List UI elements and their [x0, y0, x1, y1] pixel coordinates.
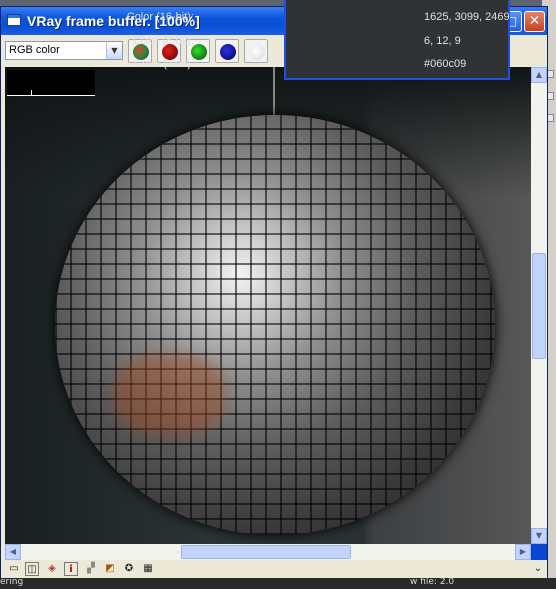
clone-icon[interactable]: ◫: [25, 562, 39, 576]
vertical-scrollbar[interactable]: ▲ ▼: [531, 67, 547, 544]
blue-dot-icon: [220, 44, 236, 60]
pixel-info-tooltip: Color (16-bit): 1625, 3099, 2469 Color (…: [127, 0, 510, 80]
resize-grip[interactable]: [531, 544, 547, 560]
tooltip-value: 6, 12, 9: [424, 35, 461, 47]
grid-icon[interactable]: ▦: [141, 562, 155, 576]
target-icon[interactable]: ✪: [122, 562, 136, 576]
bottom-toolbar: ▭ ◫ ◈ i ▞ ◩ ✪ ▦ ⌄: [1, 560, 547, 578]
white-dot-icon: [249, 44, 265, 60]
channel-select-value: RGB color: [9, 44, 60, 56]
horizontal-scrollbar[interactable]: ◀ ▶: [5, 544, 531, 560]
vray-frame-buffer-window: VRay frame buffer. [100%] □ ✕ RGB color …: [0, 6, 548, 578]
chevron-down-icon[interactable]: ⌄: [531, 562, 545, 576]
scroll-right-button[interactable]: ▶: [515, 544, 531, 560]
tooltip-value: 1625, 3099, 2469: [424, 11, 510, 23]
close-button[interactable]: ✕: [524, 11, 545, 32]
scroll-left-button[interactable]: ◀: [5, 544, 21, 560]
levels-icon[interactable]: ▞: [84, 562, 98, 576]
save-icon[interactable]: ▭: [7, 562, 21, 576]
chevron-down-icon[interactable]: ▼: [106, 42, 122, 59]
desktop-strip-bottom: ering w file: 2.0: [0, 577, 556, 589]
info-icon[interactable]: i: [64, 562, 78, 576]
region-marker: [7, 70, 95, 96]
tooltip-label: Color (8-bit):: [132, 35, 194, 47]
alpha-channel-button[interactable]: [244, 39, 268, 63]
horizontal-scroll-thumb[interactable]: [181, 545, 351, 559]
background-text: w file: 2.0: [410, 577, 455, 587]
window-icon: [7, 14, 21, 26]
disco-ball: [55, 115, 495, 535]
channel-select[interactable]: RGB color ▼: [5, 41, 123, 60]
vertical-scroll-thumb[interactable]: [532, 253, 546, 359]
hanging-wire: [273, 67, 275, 117]
rendered-image[interactable]: [5, 67, 531, 544]
background-text: ering: [0, 577, 24, 587]
lut-icon[interactable]: ◩: [103, 562, 117, 576]
blue-channel-button[interactable]: [215, 39, 239, 63]
scroll-up-button[interactable]: ▲: [531, 67, 547, 83]
tooltip-label: Color (16-bit):: [126, 11, 194, 23]
channel-icon[interactable]: ◈: [45, 562, 59, 576]
scroll-down-button[interactable]: ▼: [531, 528, 547, 544]
tooltip-label: Color (web):: [134, 58, 194, 70]
tooltip-value: #060c09: [424, 58, 467, 70]
